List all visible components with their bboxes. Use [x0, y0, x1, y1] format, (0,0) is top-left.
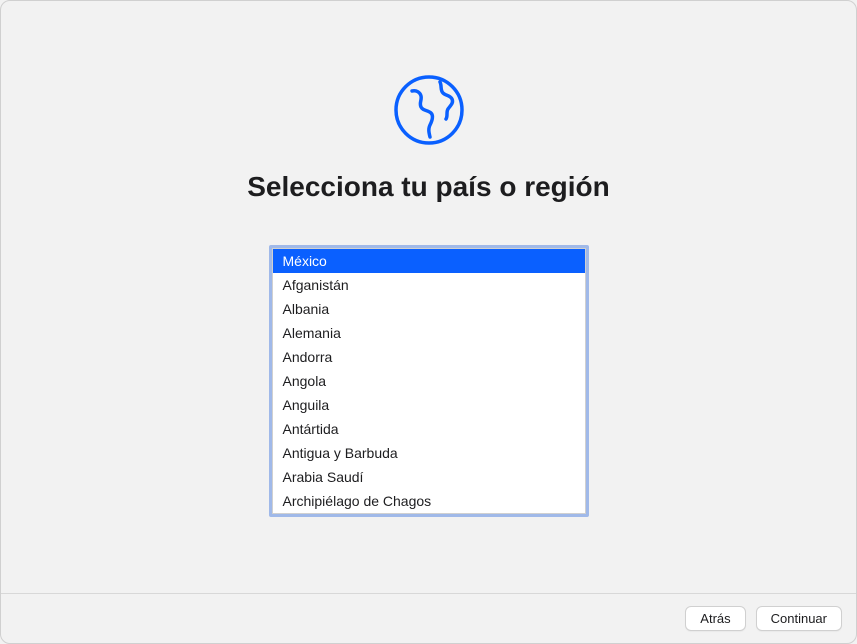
globe-icon	[392, 73, 466, 147]
country-list-item[interactable]: Alemania	[273, 321, 585, 345]
continue-button[interactable]: Continuar	[756, 606, 842, 631]
country-list[interactable]: MéxicoAfganistánAlbaniaAlemaniaAndorraAn…	[269, 245, 589, 517]
main-content: Selecciona tu país o región MéxicoAfgani…	[1, 1, 856, 593]
footer-bar: Atrás Continuar	[1, 593, 856, 643]
country-list-item[interactable]: Andorra	[273, 345, 585, 369]
country-list-item[interactable]: Archipiélago de Chagos	[273, 489, 585, 513]
country-list-item[interactable]: Albania	[273, 297, 585, 321]
setup-window: Selecciona tu país o región MéxicoAfgani…	[0, 0, 857, 644]
country-list-item[interactable]: Antigua y Barbuda	[273, 441, 585, 465]
country-list-item[interactable]: Arabia Saudí	[273, 465, 585, 489]
page-title: Selecciona tu país o región	[247, 171, 610, 203]
country-list-item[interactable]: Antártida	[273, 417, 585, 441]
country-list-item[interactable]: Afganistán	[273, 273, 585, 297]
country-list-item[interactable]: Angola	[273, 369, 585, 393]
country-list-item[interactable]: México	[273, 249, 585, 273]
country-list-item[interactable]: Anguila	[273, 393, 585, 417]
back-button[interactable]: Atrás	[685, 606, 745, 631]
